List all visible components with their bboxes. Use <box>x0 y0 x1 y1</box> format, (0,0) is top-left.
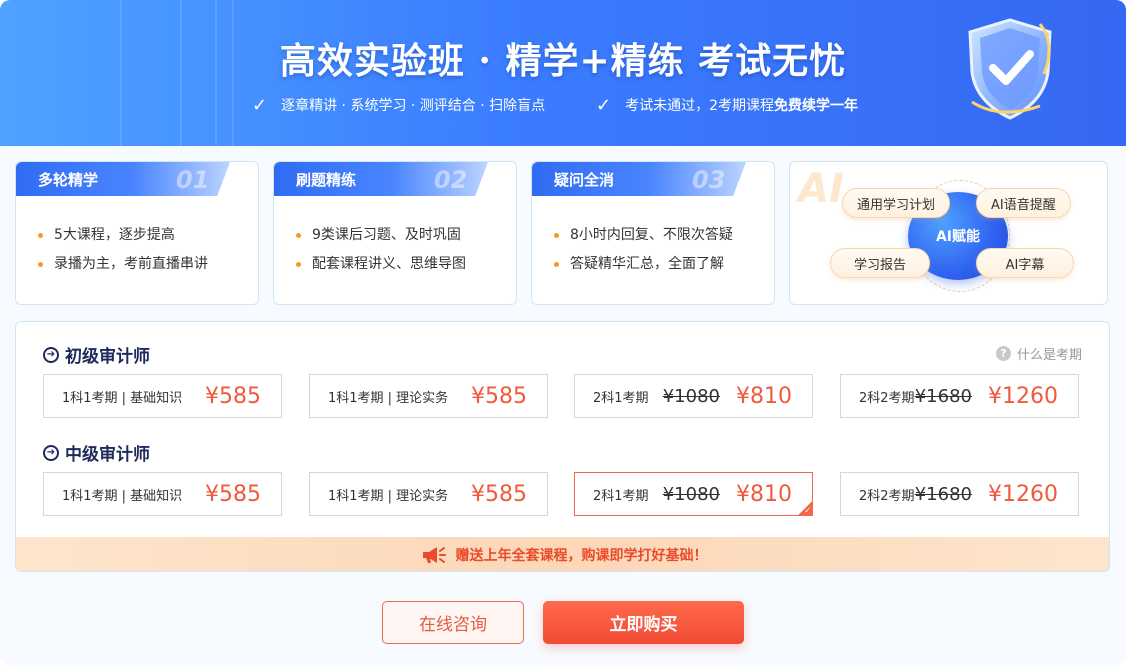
option-label: 2科2考期 <box>859 390 915 406</box>
price-option-intermediate-4[interactable]: 2科2考期 ¥1680 ¥1260 <box>840 472 1079 516</box>
feature-points: 8小时内回复、不限次答疑 答疑精华汇总，全面了解 <box>554 224 733 282</box>
promo-text: 赠送上年全套课程，购课即学打好基础！ <box>455 548 708 564</box>
feature-card-1: 多轮精学 01 5大课程，逐步提高 录播为主，考前直播串讲 <box>15 161 259 305</box>
banner-title: 高效实验班 · 精学+精练 考试无忧 <box>279 40 847 82</box>
selected-check-icon: ✓ <box>798 501 812 515</box>
option-price: ¥585 <box>205 481 261 507</box>
ai-chip-study-report: 学习报告 <box>830 248 930 278</box>
promo-bar: 赠送上年全套课程，购课即学打好基础！ <box>16 537 1109 571</box>
price-option-junior-3[interactable]: 2科1考期 ¥1080 ¥810 <box>574 374 813 418</box>
ai-chip-study-plan: 通用学习计划 <box>842 188 951 218</box>
banner-feature-2: ✓ 考试未通过，2考期课程 免费续学一年 <box>596 93 858 117</box>
option-label: 1科1考期 | 理论实务 <box>328 488 449 504</box>
price-option-intermediate-1[interactable]: 1科1考期 | 基础知识 ¥585 <box>43 472 282 516</box>
price-panel: ➔ 初级审计师 ? 什么是考期 1科1考期 | 基础知识 ¥585 1科1考期 … <box>15 321 1110 572</box>
option-price: ¥585 <box>471 383 527 409</box>
feature-number: 01 <box>176 166 210 194</box>
shield-check-icon <box>968 18 1052 120</box>
feature-point: 5大课程，逐步提高 <box>38 224 208 253</box>
section-title-text: 中级审计师 <box>65 445 150 465</box>
feature-number: 02 <box>434 166 468 194</box>
option-price: ¥585 <box>205 383 261 409</box>
option-price: ¥585 <box>471 481 527 507</box>
feature-point: 8小时内回复、不限次答疑 <box>554 224 733 253</box>
option-price: ¥1260 <box>988 383 1058 409</box>
option-original-price: ¥1080 <box>662 385 720 407</box>
hero-banner: 高效实验班 · 精学+精练 考试无忧 ✓ 逐章精讲 · 系统学习 · 测评结合 … <box>0 0 1126 146</box>
feature-card-3: 疑问全消 03 8小时内回复、不限次答疑 答疑精华汇总，全面了解 <box>531 161 775 305</box>
option-price: ¥810 <box>736 383 792 409</box>
option-price: ¥810 <box>736 481 792 507</box>
price-option-junior-4[interactable]: 2科2考期 ¥1680 ¥1260 <box>840 374 1079 418</box>
section-title-intermediate: ➔ 中级审计师 <box>43 440 150 465</box>
option-original-price: ¥1680 <box>914 385 972 407</box>
feature-number: 03 <box>692 166 726 194</box>
option-label: 1科1考期 | 理论实务 <box>328 390 449 406</box>
banner-feature-2-bold: 免费续学一年 <box>774 98 859 114</box>
feature-points: 5大课程，逐步提高 录播为主，考前直播串讲 <box>38 224 208 282</box>
feature-title: 刷题精练 <box>296 171 357 189</box>
ai-chip-voice-reminder: AI语音提醒 <box>976 188 1071 218</box>
option-label: 2科2考期 <box>859 488 915 504</box>
ai-chip-subtitles: AI字幕 <box>976 248 1074 278</box>
banner-feature-1: ✓ 逐章精讲 · 系统学习 · 测评结合 · 扫除盲点 <box>252 93 545 117</box>
check-icon: ✓ <box>596 94 612 116</box>
feature-point: 9类课后习题、及时巩固 <box>296 224 466 253</box>
section-title-text: 初级审计师 <box>65 347 150 367</box>
feature-title: 疑问全消 <box>554 171 615 189</box>
option-label: 1科1考期 | 基础知识 <box>62 390 183 406</box>
online-consult-button[interactable]: 在线咨询 <box>382 601 524 644</box>
banner-feature-1-text: 逐章精讲 · 系统学习 · 测评结合 · 扫除盲点 <box>281 98 546 114</box>
feature-point: 答疑精华汇总，全面了解 <box>554 253 733 282</box>
feature-card-2: 刷题精练 02 9类课后习题、及时巩固 配套课程讲义、思维导图 <box>273 161 517 305</box>
banner-feature-2-text: 考试未通过，2考期课程 <box>625 98 775 114</box>
price-option-junior-1[interactable]: 1科1考期 | 基础知识 ¥585 <box>43 374 282 418</box>
feature-point: 录播为主，考前直播串讲 <box>38 253 208 282</box>
exam-period-help-link[interactable]: ? 什么是考期 <box>996 344 1082 363</box>
arrow-right-circle-icon: ➔ <box>43 444 59 461</box>
option-price: ¥1260 <box>988 481 1058 507</box>
buy-now-button[interactable]: 立即购买 <box>543 601 744 644</box>
option-label: 2科1考期 <box>593 390 649 406</box>
question-icon: ? <box>996 346 1011 361</box>
price-option-junior-2[interactable]: 1科1考期 | 理论实务 ¥585 <box>309 374 548 418</box>
ai-feature-card: AI AI赋能 通用学习计划 AI语音提醒 学习报告 AI字幕 <box>789 161 1108 305</box>
option-label: 2科1考期 <box>593 488 649 504</box>
feature-points: 9类课后习题、及时巩固 配套课程讲义、思维导图 <box>296 224 466 282</box>
feature-point: 配套课程讲义、思维导图 <box>296 253 466 282</box>
price-option-intermediate-2[interactable]: 1科1考期 | 理论实务 ¥585 <box>309 472 548 516</box>
check-icon: ✓ <box>252 94 268 116</box>
option-original-price: ¥1680 <box>914 483 972 505</box>
option-original-price: ¥1080 <box>662 483 720 505</box>
feature-title: 多轮精学 <box>38 171 99 189</box>
help-text: 什么是考期 <box>1017 348 1083 363</box>
megaphone-icon <box>422 547 446 563</box>
course-purchase-page: 高效实验班 · 精学+精练 考试无忧 ✓ 逐章精讲 · 系统学习 · 测评结合 … <box>0 0 1126 665</box>
option-label: 1科1考期 | 基础知识 <box>62 488 183 504</box>
price-option-intermediate-3[interactable]: 2科1考期 ¥1080 ¥810 ✓ <box>574 472 813 516</box>
ai-watermark: AI <box>798 166 844 212</box>
arrow-right-circle-icon: ➔ <box>43 346 59 363</box>
section-title-junior: ➔ 初级审计师 <box>43 342 150 367</box>
